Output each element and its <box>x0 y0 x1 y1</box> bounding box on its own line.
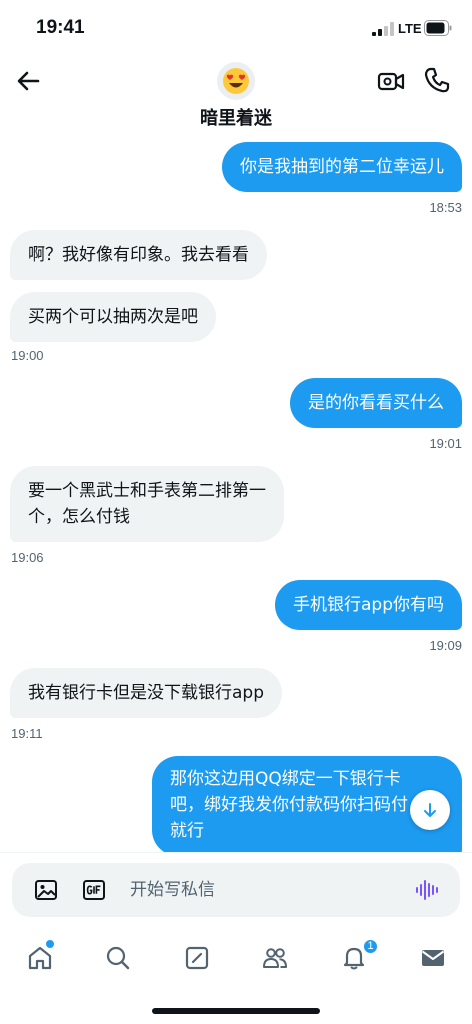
status-bar: 19:41 LTE <box>0 0 472 56</box>
status-time: 19:41 <box>36 17 85 38</box>
signal-icon <box>372 22 394 36</box>
notification-count-badge: 1 <box>362 938 379 955</box>
nav-compose[interactable] <box>181 942 213 974</box>
message-line: 个，怎么付钱 <box>28 507 130 527</box>
message-bubble-outgoing[interactable]: 手机银行app你有吗 <box>275 580 462 630</box>
back-button[interactable] <box>14 66 44 96</box>
avatar[interactable] <box>217 62 255 100</box>
message-bubble-incoming[interactable]: 买两个可以抽两次是吧 <box>10 292 216 342</box>
message-line: 要一个黑武士和手表第二排第一 <box>28 481 266 501</box>
message-timestamp: 19:06 <box>11 550 44 565</box>
message-bubble-incoming[interactable]: 要一个黑武士和手表第二排第一 个，怎么付钱 <box>10 466 284 542</box>
video-call-button[interactable] <box>376 66 406 96</box>
heart-eyes-emoji-icon <box>223 68 249 94</box>
nav-messages[interactable] <box>417 942 449 974</box>
message-bubble-incoming[interactable]: 啊？我好像有印象。我去看看 <box>10 230 267 280</box>
message-timestamp: 19:01 <box>429 436 462 451</box>
video-camera-icon <box>377 72 405 91</box>
message-timestamp: 18:53 <box>429 200 462 215</box>
contact-name: 暗里着迷 <box>200 108 272 129</box>
bottom-navigation: 1 <box>0 924 472 1024</box>
message-line: 就行 <box>170 821 204 841</box>
nav-search[interactable] <box>102 942 134 974</box>
envelope-icon <box>421 950 445 966</box>
arrow-left-icon <box>17 71 40 91</box>
conversation-header: 暗里着迷 <box>0 56 472 136</box>
message-input[interactable] <box>130 876 400 904</box>
phone-icon <box>424 67 450 93</box>
message-bubble-outgoing[interactable]: 是的你看看买什么 <box>290 378 462 428</box>
compose-icon <box>185 946 209 970</box>
message-line: 那你这边用QQ绑定一下银行卡 <box>170 769 401 789</box>
network-type: LTE <box>398 21 422 36</box>
image-icon <box>35 880 57 900</box>
message-composer <box>12 863 460 917</box>
voice-waveform-icon <box>416 880 438 900</box>
add-gif-button[interactable] <box>82 878 106 902</box>
nav-communities[interactable] <box>259 942 291 974</box>
composer-area <box>0 852 472 924</box>
message-timestamp: 19:09 <box>429 638 462 653</box>
home-unread-dot <box>46 940 54 948</box>
add-image-button[interactable] <box>34 878 58 902</box>
voice-message-button[interactable] <box>414 877 440 903</box>
gif-icon <box>83 880 105 900</box>
message-list[interactable]: 你是我抽到的第二位幸运儿 18:53 啊？我好像有印象。我去看看 买两个可以抽两… <box>0 136 472 852</box>
scroll-to-bottom-button[interactable] <box>410 790 450 830</box>
people-icon <box>263 948 287 968</box>
message-bubble-outgoing[interactable]: 你是我抽到的第二位幸运儿 <box>222 142 462 192</box>
arrow-down-icon <box>424 803 436 817</box>
voice-call-button[interactable] <box>422 65 452 95</box>
home-indicator <box>152 1008 320 1014</box>
message-timestamp: 19:00 <box>11 348 44 363</box>
search-icon <box>106 946 130 970</box>
home-icon <box>28 946 52 970</box>
message-bubble-incoming[interactable]: 我有银行卡但是没下载银行app <box>10 668 282 718</box>
message-line: 吧，绑好我发你付款码你扫码付 <box>170 795 408 815</box>
battery-icon <box>424 20 452 36</box>
message-timestamp: 19:11 <box>11 726 43 741</box>
